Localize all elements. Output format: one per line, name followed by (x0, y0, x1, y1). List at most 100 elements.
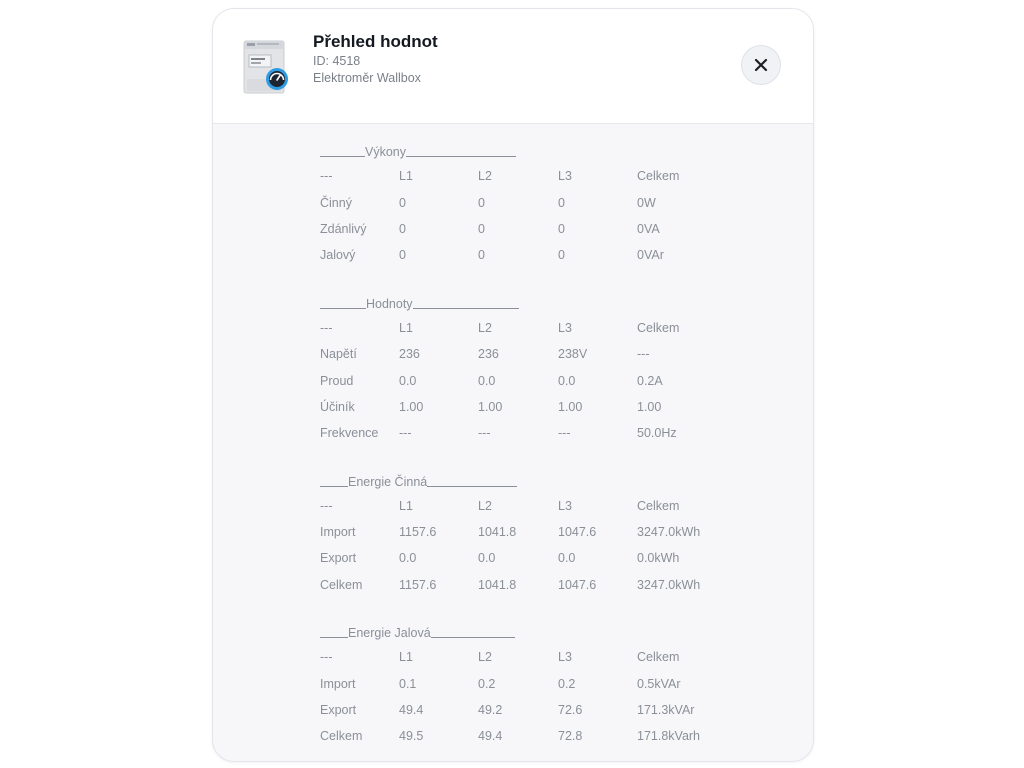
section-title: Hodnoty (366, 296, 413, 311)
column-header: L2 (478, 169, 492, 184)
dialog-title-block: Přehled hodnot ID: 4518 Elektroměr Wallb… (313, 31, 438, 87)
heading-rule-left (320, 636, 348, 639)
table-row: Export 0.0 0.0 0.0 0.0kWh (320, 545, 740, 571)
heading-rule-left (320, 307, 366, 309)
cell-value: 236 (399, 347, 420, 362)
cell-value: 0.2A (637, 373, 663, 388)
cell-value: 0 (558, 248, 565, 263)
section-1: Výkony --- L1 L2 L3 Celkem Činný 0 0 0 0W Zdánlivý 0… (320, 137, 740, 269)
column-header: --- (320, 498, 333, 513)
column-header: --- (320, 650, 333, 665)
row-label: Zdánlivý (320, 221, 367, 236)
heading-rule-left (320, 485, 348, 487)
row-label: Proud (320, 373, 354, 388)
column-header: --- (320, 169, 333, 184)
column-header: L2 (478, 650, 492, 665)
cell-value: 0.0 (399, 373, 417, 388)
cell-value: 0 (478, 195, 485, 210)
cell-value: 0.5kVAr (637, 676, 681, 691)
column-header: L3 (558, 498, 572, 513)
column-header: L1 (399, 169, 413, 184)
column-header: Celkem (637, 498, 680, 513)
column-header: L2 (478, 498, 492, 513)
row-label: Import (320, 676, 356, 691)
row-label: Napětí (320, 347, 357, 362)
cell-value: 1.00 (637, 399, 662, 414)
table-header-row: --- L1 L2 L3 Celkem (320, 493, 740, 519)
section-heading: Energie Jalová (320, 618, 740, 644)
cell-value: 171.8kVarh (637, 729, 701, 744)
values-content: Výkony --- L1 L2 L3 Celkem Činný 0 0 0 0W Zdánlivý 0… (320, 123, 740, 750)
table-header-row: --- L1 L2 L3 Celkem (320, 163, 740, 189)
cell-value: 72.6 (558, 703, 583, 718)
dialog-title: Přehled hodnot (313, 32, 438, 51)
cell-value: 1041.8 (478, 577, 517, 592)
section-heading: Výkony (320, 137, 740, 163)
table-row: Import 0.1 0.2 0.2 0.5kVAr (320, 670, 740, 696)
cell-value: 0.0 (399, 551, 417, 566)
cell-value: 50.0Hz (637, 426, 677, 441)
row-label: Činný (320, 195, 352, 210)
cell-value: 0 (558, 221, 565, 236)
row-label: Export (320, 551, 357, 566)
cell-value: 49.4 (399, 703, 424, 718)
cell-value: 236 (478, 347, 499, 362)
cell-value: 1047.6 (558, 525, 597, 540)
row-label: Účiník (320, 399, 355, 414)
table-row: Export 49.4 49.2 72.6 171.3kVAr (320, 697, 740, 723)
row-label: Celkem (320, 577, 363, 592)
cell-value: 0.0 (558, 551, 576, 566)
table-row: Činný 0 0 0 0W (320, 189, 740, 215)
row-label: Export (320, 703, 357, 718)
values-overview-dialog: Přehled hodnot ID: 4518 Elektroměr Wallb… (212, 8, 814, 762)
cell-value: 1157.6 (399, 525, 437, 540)
column-header: L1 (399, 650, 413, 665)
section-title: Výkony (365, 145, 406, 159)
heading-rule-right (412, 307, 519, 309)
cell-value: 0W (637, 195, 656, 210)
cell-value: 0VAr (637, 248, 664, 263)
cell-value: 1.00 (399, 399, 424, 414)
cell-value: 72.8 (558, 729, 583, 744)
cell-value: 0.0 (478, 373, 496, 388)
cell-value: 171.3kVAr (637, 703, 695, 718)
cell-value: 49.5 (399, 729, 424, 744)
column-header: Celkem (637, 650, 680, 665)
cell-value: 0 (399, 195, 406, 210)
table-row: Celkem 49.5 49.4 72.8 171.8kVarh (320, 723, 740, 749)
heading-rule-right (430, 636, 515, 639)
device-name: Elektroměr Wallbox (313, 71, 421, 85)
cell-value: 0.0 (478, 551, 496, 566)
cell-value: 0.0kWh (637, 551, 680, 566)
cell-value: 0 (399, 248, 406, 263)
section-title: Energie Činná (348, 474, 428, 489)
cell-value: 1.00 (558, 399, 583, 414)
heading-rule-right (427, 485, 518, 487)
table-row: Celkem 1157.6 1041.8 1047.6 3247.0kWh (320, 572, 740, 598)
cell-value: 0.1 (399, 676, 417, 691)
cell-value: 1157.6 (399, 577, 437, 592)
cell-value: 3247.0kWh (637, 525, 701, 540)
row-label: Celkem (320, 729, 363, 744)
column-header: L3 (558, 320, 572, 335)
cell-value: 0VA (637, 221, 660, 236)
section-3: Energie Činná --- L1 L2 L3 Celkem Import 1157.6… (320, 467, 740, 599)
heading-rule-left (320, 155, 365, 157)
cell-value: 238V (558, 347, 588, 362)
column-header: L1 (399, 498, 413, 513)
cell-value: 49.2 (478, 703, 503, 718)
cell-value: 1.00 (478, 399, 503, 414)
cell-value: 1041.8 (478, 525, 517, 540)
column-header: L3 (558, 650, 572, 665)
section-title: Energie Jalová (348, 626, 431, 641)
table-row: Napětí 236 236 238V --- (320, 341, 740, 367)
cell-value: --- (637, 347, 650, 362)
close-icon (754, 58, 768, 72)
cell-value: --- (478, 426, 491, 441)
column-header: L2 (478, 320, 492, 335)
heading-rule-right (406, 155, 516, 157)
row-label: Frekvence (320, 426, 379, 441)
close-button[interactable] (741, 45, 781, 85)
row-label: Import (320, 525, 356, 540)
cell-value: 0 (558, 195, 565, 210)
